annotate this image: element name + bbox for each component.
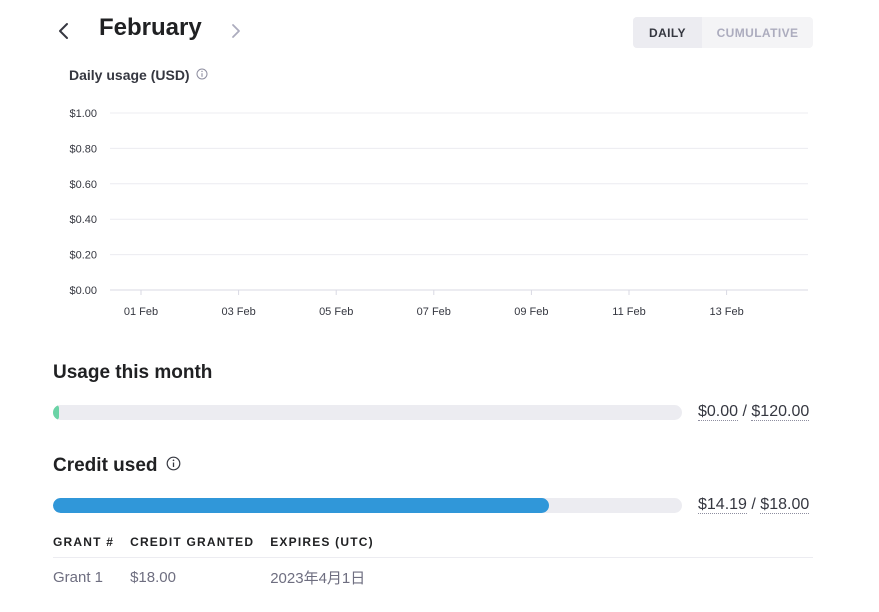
y-tick-label: $0.40 <box>69 214 97 226</box>
grant-name-cell: Grant 1 <box>53 569 104 586</box>
daily-usage-chart: $0.00 $0.20 $0.40 $0.60 $0.80 $1.00 01 Feb 03 F… <box>0 60 879 330</box>
column-header-expires: EXPIRES (UTC) <box>270 533 813 558</box>
y-tick-label: $0.20 <box>69 250 97 262</box>
expires-cell: 2023年4月1日 <box>270 570 366 587</box>
grants-header-row: GRANT # CREDIT GRANTED EXPIRES (UTC) <box>53 533 813 558</box>
y-tick-label: $0.00 <box>69 285 97 297</box>
chart-canvas: $0.00 $0.20 $0.40 $0.60 $0.80 $1.00 01 Feb 03 F… <box>69 108 808 318</box>
credit-separator: / <box>751 496 756 513</box>
x-tick-label: 09 Feb <box>514 306 548 318</box>
usage-progress-fill <box>53 405 59 420</box>
credit-progress-fill <box>53 498 549 513</box>
table-row: Grant 1 $18.00 2023年4月1日 <box>53 558 813 595</box>
next-month-button[interactable] <box>224 16 248 46</box>
x-tick-label: 11 Feb <box>612 306 645 318</box>
credit-used-amount[interactable]: $14.19 <box>698 496 747 514</box>
month-title: February <box>99 14 202 41</box>
x-tick-label: 07 Feb <box>417 306 451 318</box>
usage-header: February DAILY CUMULATIVE <box>0 0 879 62</box>
credit-value: $14.19 / $18.00 <box>698 496 810 514</box>
previous-month-button[interactable] <box>52 16 76 46</box>
credit-used-title: Credit used <box>53 455 181 477</box>
y-tick-label: $0.60 <box>69 179 97 191</box>
y-tick-label: $0.80 <box>69 143 97 155</box>
column-header-grant: GRANT # <box>53 533 131 558</box>
y-tick-label: $1.00 <box>69 108 97 120</box>
x-tick-label: 05 Feb <box>319 306 353 318</box>
view-mode-toggle: DAILY CUMULATIVE <box>633 17 813 48</box>
usage-limit-amount[interactable]: $120.00 <box>751 403 810 421</box>
x-tick-label: 03 Feb <box>221 306 255 318</box>
chevron-right-icon <box>232 24 240 38</box>
chart-title: Daily usage (USD) <box>69 67 208 83</box>
credit-progress-track <box>53 498 682 513</box>
usage-this-month-title: Usage this month <box>53 362 212 384</box>
usage-progress-track <box>53 405 682 420</box>
column-header-credit-granted: CREDIT GRANTED <box>130 533 271 558</box>
daily-toggle-button[interactable]: DAILY <box>633 17 702 48</box>
credit-total-amount[interactable]: $18.00 <box>760 496 810 514</box>
info-icon[interactable] <box>196 67 208 83</box>
info-icon[interactable] <box>166 455 181 477</box>
chevron-left-icon <box>59 23 68 39</box>
usage-value: $0.00 / $120.00 <box>698 403 810 421</box>
credit-title-text: Credit used <box>53 455 158 476</box>
credit-granted-cell: $18.00 <box>130 569 176 586</box>
usage-separator: / <box>742 403 747 420</box>
grants-table: GRANT # CREDIT GRANTED EXPIRES (UTC) Gra… <box>53 533 813 594</box>
usage-used-amount[interactable]: $0.00 <box>698 403 739 421</box>
x-tick-label: 13 Feb <box>709 306 743 318</box>
usage-title-text: Usage this month <box>53 362 213 383</box>
chart-title-text: Daily usage (USD) <box>69 67 190 83</box>
cumulative-toggle-button[interactable]: CUMULATIVE <box>702 17 813 48</box>
x-tick-label: 01 Feb <box>124 306 158 318</box>
